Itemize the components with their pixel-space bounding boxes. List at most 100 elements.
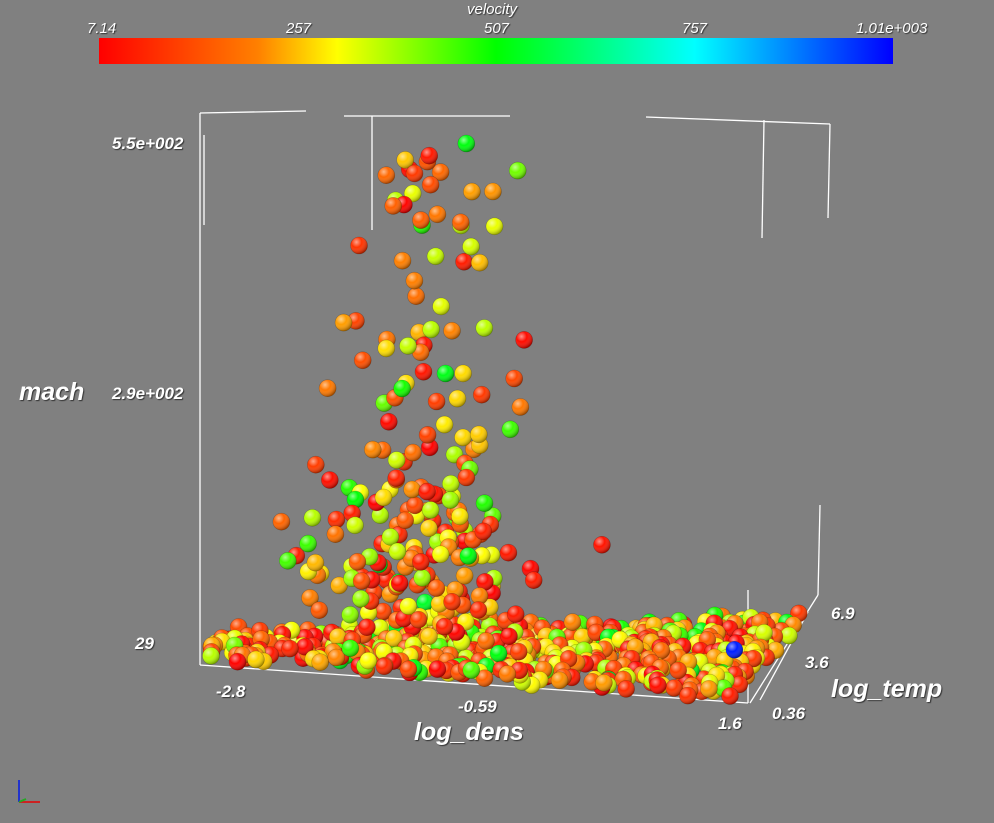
data-point-shading: [428, 660, 446, 678]
data-point-shading: [413, 569, 431, 587]
data-point-shading: [452, 213, 470, 231]
colorbar-title: velocity: [467, 1, 518, 18]
data-point-shading: [456, 567, 474, 585]
data-point-shading: [484, 183, 502, 200]
data-point-shading: [229, 653, 246, 671]
data-point-shading: [427, 579, 445, 597]
data-point-shading: [443, 322, 461, 340]
orientation-axes-widget: [18, 780, 40, 803]
data-point-shading: [507, 605, 525, 623]
data-point-shading: [432, 297, 450, 315]
y-tick-bottom: 29: [135, 634, 154, 653]
data-point-shading: [399, 660, 417, 678]
data-point-shading: [525, 571, 543, 589]
data-point-shading: [393, 380, 411, 397]
data-point-shading: [281, 640, 299, 658]
data-point-shading: [335, 314, 353, 332]
data-point-shading: [454, 429, 472, 446]
point-cloud: [202, 134, 808, 705]
data-point-shading: [436, 416, 453, 434]
data-point-shading: [311, 653, 329, 671]
data-point-shading: [551, 671, 569, 689]
data-point-shading: [499, 544, 517, 562]
data-point-shading: [420, 147, 438, 165]
data-point-shading: [700, 680, 718, 698]
data-point-shading: [384, 197, 402, 215]
data-point-shading: [419, 426, 437, 444]
data-point-shading: [303, 509, 321, 527]
data-point-shading: [510, 643, 528, 661]
data-point-shading: [399, 337, 417, 355]
y-tick-top: 5.5e+002: [112, 134, 184, 153]
data-point-shading: [511, 398, 529, 416]
data-point-shading: [500, 627, 518, 645]
data-point-shading: [498, 665, 516, 683]
data-point-shading: [501, 420, 519, 438]
data-point-shading: [299, 535, 317, 553]
data-point-shading: [352, 590, 370, 608]
data-point-shading: [380, 413, 398, 431]
data-point-shading: [617, 680, 635, 698]
data-point-shading: [307, 456, 325, 474]
data-point-shading: [310, 601, 328, 619]
data-point-shading: [388, 451, 406, 469]
data-point-shading: [593, 536, 611, 554]
colorbar-tick-2: 507: [484, 20, 510, 37]
x-tick-mid: -0.59: [458, 697, 497, 716]
data-point-shading: [319, 379, 337, 397]
data-point-shading: [346, 516, 364, 534]
data-point-shading: [358, 618, 376, 636]
data-point-shading: [388, 543, 406, 560]
data-point-shading: [404, 444, 422, 462]
data-point-shading: [473, 386, 491, 404]
data-point-shading: [405, 272, 423, 290]
data-point-shading: [451, 507, 469, 525]
data-point-shading: [755, 624, 773, 642]
data-point-shading: [457, 135, 475, 152]
data-point-shading: [202, 647, 220, 665]
data-point-shading: [375, 657, 393, 675]
data-point-shading: [471, 254, 489, 272]
colorbar-tick-1: 257: [286, 20, 312, 37]
data-point-shading: [455, 253, 473, 271]
data-point-shading: [462, 661, 480, 679]
data-point-shading: [353, 572, 371, 590]
data-point-shading: [457, 469, 475, 486]
z-axis-title: log_temp: [831, 675, 943, 703]
data-point-shading: [595, 674, 613, 692]
data-point-shading: [436, 618, 453, 636]
data-point-shading: [348, 553, 366, 571]
data-point-shading: [474, 522, 492, 540]
x-axis-title: log_dens: [414, 718, 524, 746]
data-point-shading: [272, 513, 290, 531]
z-tick-mid: 3.6: [805, 653, 829, 672]
data-point-shading: [422, 176, 440, 194]
data-point-shading: [515, 331, 533, 349]
data-point-shading: [649, 676, 667, 694]
data-point-shading: [418, 483, 436, 501]
data-point-shading: [391, 574, 409, 592]
data-point-shading: [306, 554, 324, 572]
data-point-shading: [407, 287, 425, 305]
data-point-shading: [469, 601, 487, 619]
data-point-shading: [396, 511, 414, 529]
data-point-shading: [443, 593, 461, 611]
data-point-shading: [432, 545, 450, 563]
data-point-shading: [403, 481, 421, 498]
data-point-shading: [364, 441, 382, 459]
data-point-shading: [422, 501, 440, 519]
data-point-shading: [359, 652, 377, 670]
data-point-shading: [326, 525, 344, 543]
x-tick-right: 1.6: [718, 714, 742, 733]
data-point-shading: [412, 553, 430, 571]
data-point-shading: [422, 320, 440, 338]
z-tick-bottom: 0.36: [772, 704, 806, 723]
colorbar-tick-0: 7.14: [87, 20, 117, 37]
data-point-shading: [428, 205, 446, 223]
colorbar-tick-3: 757: [682, 20, 708, 37]
data-point-shading: [412, 211, 430, 229]
data-point-shading: [564, 613, 581, 631]
data-point-shading: [406, 164, 423, 182]
data-point-shading: [415, 363, 432, 381]
data-point-shading: [427, 247, 445, 265]
